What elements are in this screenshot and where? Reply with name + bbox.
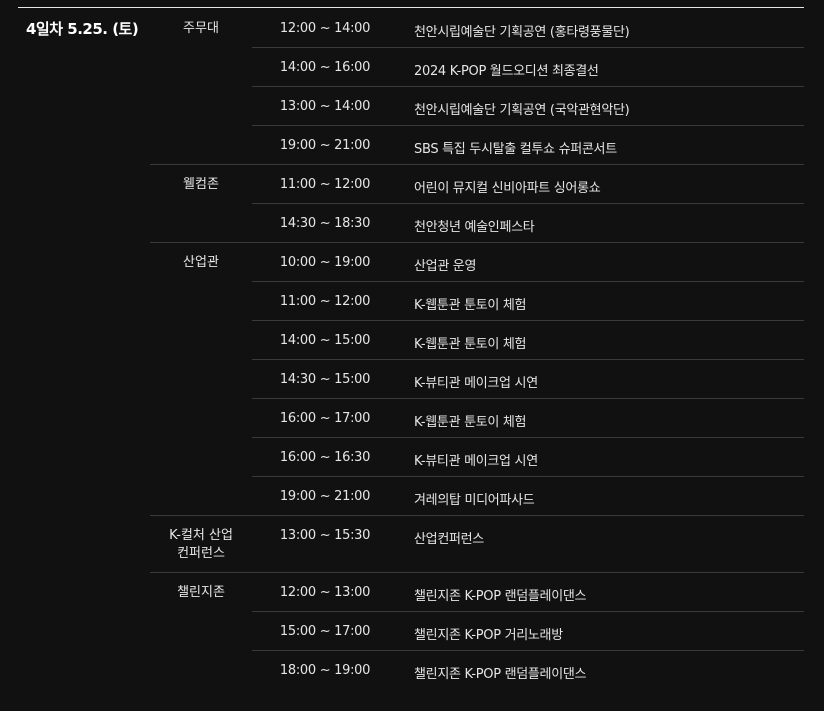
event-time: 14:00 ~ 15:00 xyxy=(279,333,371,348)
event-time: 13:00 ~ 15:30 xyxy=(279,528,371,543)
event-title: 산업관 운영 xyxy=(414,259,477,274)
event-time: 18:00 ~ 19:00 xyxy=(279,663,371,678)
row-divider xyxy=(252,437,804,438)
event-title: 천안청년 예술인페스타 xyxy=(414,220,535,235)
row-divider xyxy=(252,611,804,612)
row-divider xyxy=(252,86,804,87)
venue-divider xyxy=(150,572,804,573)
event-title: K-웹툰관 툰토이 체험 xyxy=(414,298,527,313)
event-time: 11:00 ~ 12:00 xyxy=(279,294,371,309)
event-time: 14:30 ~ 15:00 xyxy=(279,372,371,387)
venue-name: 산업관 xyxy=(183,255,219,270)
row-divider xyxy=(252,476,804,477)
top-divider xyxy=(18,7,804,8)
event-time: 13:00 ~ 14:00 xyxy=(279,99,371,114)
event-title: 어린이 뮤지컬 신비아파트 싱어롱쇼 xyxy=(414,181,601,196)
event-time: 16:00 ~ 17:00 xyxy=(279,411,371,426)
event-time: 16:00 ~ 16:30 xyxy=(279,450,371,465)
event-title: 겨레의탑 미디어파사드 xyxy=(414,493,535,508)
event-time: 12:00 ~ 14:00 xyxy=(279,21,371,36)
event-title: K-뷰티관 메이크업 시연 xyxy=(414,376,538,391)
day-label: 4일차 5.25. (토) xyxy=(26,20,139,38)
event-title: 산업컨퍼런스 xyxy=(414,532,484,547)
event-time: 19:00 ~ 21:00 xyxy=(279,489,371,504)
event-title: 챌린지존 K-POP 랜덤플레이댄스 xyxy=(414,589,587,604)
event-title: SBS 특집 두시탈출 컬투쇼 슈퍼콘서트 xyxy=(414,142,617,157)
venue-name: 주무대 xyxy=(183,21,219,36)
venue-name: K-컬처 산업 컨퍼런스 xyxy=(169,528,233,561)
venue-divider xyxy=(150,164,804,165)
event-title: K-뷰티관 메이크업 시연 xyxy=(414,454,538,469)
event-title: K-웹툰관 툰토이 체험 xyxy=(414,415,527,430)
event-title: K-웹툰관 툰토이 체험 xyxy=(414,337,527,352)
event-title: 천안시립예술단 기획공연 (국악관현악단) xyxy=(414,103,630,118)
event-time: 11:00 ~ 12:00 xyxy=(279,177,371,192)
venue-divider xyxy=(150,242,804,243)
event-title: 챌린지존 K-POP 거리노래방 xyxy=(414,628,563,643)
row-divider xyxy=(252,47,804,48)
event-title: 천안시립예술단 기획공연 (홍타령풍물단) xyxy=(414,25,630,40)
event-time: 12:00 ~ 13:00 xyxy=(279,585,371,600)
event-title: 2024 K-POP 월드오디션 최종결선 xyxy=(414,64,599,79)
event-time: 19:00 ~ 21:00 xyxy=(279,138,371,153)
venue-name: 챌린지존 xyxy=(177,585,225,600)
row-divider xyxy=(252,281,804,282)
venue-divider xyxy=(150,515,804,516)
row-divider xyxy=(252,320,804,321)
event-time: 15:00 ~ 17:00 xyxy=(279,624,371,639)
venue-name: 웰컴존 xyxy=(183,177,219,192)
row-divider xyxy=(252,398,804,399)
event-title: 챌린지존 K-POP 랜덤플레이댄스 xyxy=(414,667,587,682)
row-divider xyxy=(252,125,804,126)
event-time: 14:00 ~ 16:00 xyxy=(279,60,371,75)
row-divider xyxy=(252,359,804,360)
row-divider xyxy=(252,203,804,204)
event-time: 10:00 ~ 19:00 xyxy=(279,255,371,270)
row-divider xyxy=(252,650,804,651)
event-time: 14:30 ~ 18:30 xyxy=(279,216,371,231)
